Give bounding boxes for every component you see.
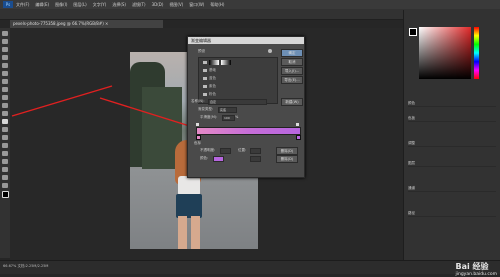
opacity-label: 不透明度: [200,148,216,152]
gradient-editor-dialog: 渐变编辑器 预设 基础 蓝色 紫色 粉色 确定 取消 导入(I)... 导出(E… [187,36,305,178]
watermark-brand: Bai 经验 [455,262,489,271]
ok-button[interactable]: 确定 [281,49,303,57]
panel-tab-swatches[interactable]: 色板 [408,115,496,122]
location-input[interactable] [250,148,261,154]
gradient-type-label: 渐变类型: [198,107,214,111]
preset-folder[interactable]: 蓝色 [199,74,277,82]
panel-tab-channels[interactable]: 通道 [408,185,496,192]
folder-icon [203,92,207,96]
right-panel: 颜色 色板 调整 图层 通道 路径 [403,10,500,260]
import-button[interactable]: 导入(I)... [281,67,303,75]
annotation-arrow [99,97,197,129]
presets-label: 预设 [198,49,205,53]
preset-folder-label: 紫色 [209,83,216,88]
opacity-stop[interactable] [196,123,199,126]
status-bar: 66.67% 文档:2.25M/2.25M Bai 经验 jingyan.bai… [0,260,500,277]
foreground-color-chip[interactable] [409,28,417,36]
color-location-input[interactable] [250,156,261,162]
annotation-arrow [11,85,113,117]
color-picker-field[interactable] [419,27,471,79]
preset-folder-label: 蓝色 [209,75,216,80]
hue-slider[interactable] [474,27,479,79]
folder-icon [203,68,207,72]
color-label: 颜色: [200,156,209,160]
delete-color-button[interactable]: 删除(D) [276,155,298,163]
color-swatch-input[interactable] [213,156,224,162]
panel-tab-color[interactable]: 颜色 [408,100,496,107]
preset-folder[interactable]: 粉色 [199,90,277,98]
preset-folder[interactable]: 基础 [199,66,277,74]
folder-icon [203,84,207,88]
preset-folder-label: 基础 [209,67,216,72]
preset-folder-label: 粉色 [209,91,216,96]
panel-tab-adjustments[interactable]: 调整 [408,140,496,147]
location-label: 位置: [238,148,247,152]
opacity-stop[interactable] [296,123,299,126]
smoothness-input[interactable]: 100 [222,115,235,121]
smoothness-unit: % [235,115,239,119]
presets-list[interactable]: 基础 蓝色 紫色 粉色 [198,57,278,104]
opacity-input[interactable] [220,148,231,154]
preset-gradient-thumbnails[interactable] [199,58,277,66]
panel-tab-layers[interactable]: 图层 [408,160,496,167]
color-stops-label: 色标 [194,141,201,145]
gradient-type-select[interactable]: 实底 [218,107,237,113]
gear-icon[interactable] [268,49,272,53]
smoothness-label: 平滑度(M): [200,115,218,119]
baidu-watermark: Bai 经验 jingyan.baidu.com [455,261,497,277]
name-field[interactable]: 自定 [208,99,267,105]
export-button[interactable]: 导出(E)... [281,76,303,84]
cancel-button[interactable]: 取消 [281,58,303,66]
gradient-thumb[interactable] [221,59,231,65]
gradient-thumb[interactable] [209,59,219,65]
color-stop[interactable] [196,135,201,140]
dialog-title: 渐变编辑器 [188,37,304,44]
new-button[interactable]: 新建(W) [281,98,303,106]
color-stop[interactable] [296,135,301,140]
folder-icon [203,76,207,80]
folder-icon [203,60,207,64]
name-label: 名称(N): [191,99,205,103]
delete-button[interactable]: 删除(D) [276,147,298,155]
gradient-preview-bar[interactable] [196,127,301,135]
status-text: 66.67% 文档:2.25M/2.25M [3,264,49,268]
panel-tab-paths[interactable]: 路径 [408,210,496,217]
preset-folder[interactable]: 紫色 [199,82,277,90]
